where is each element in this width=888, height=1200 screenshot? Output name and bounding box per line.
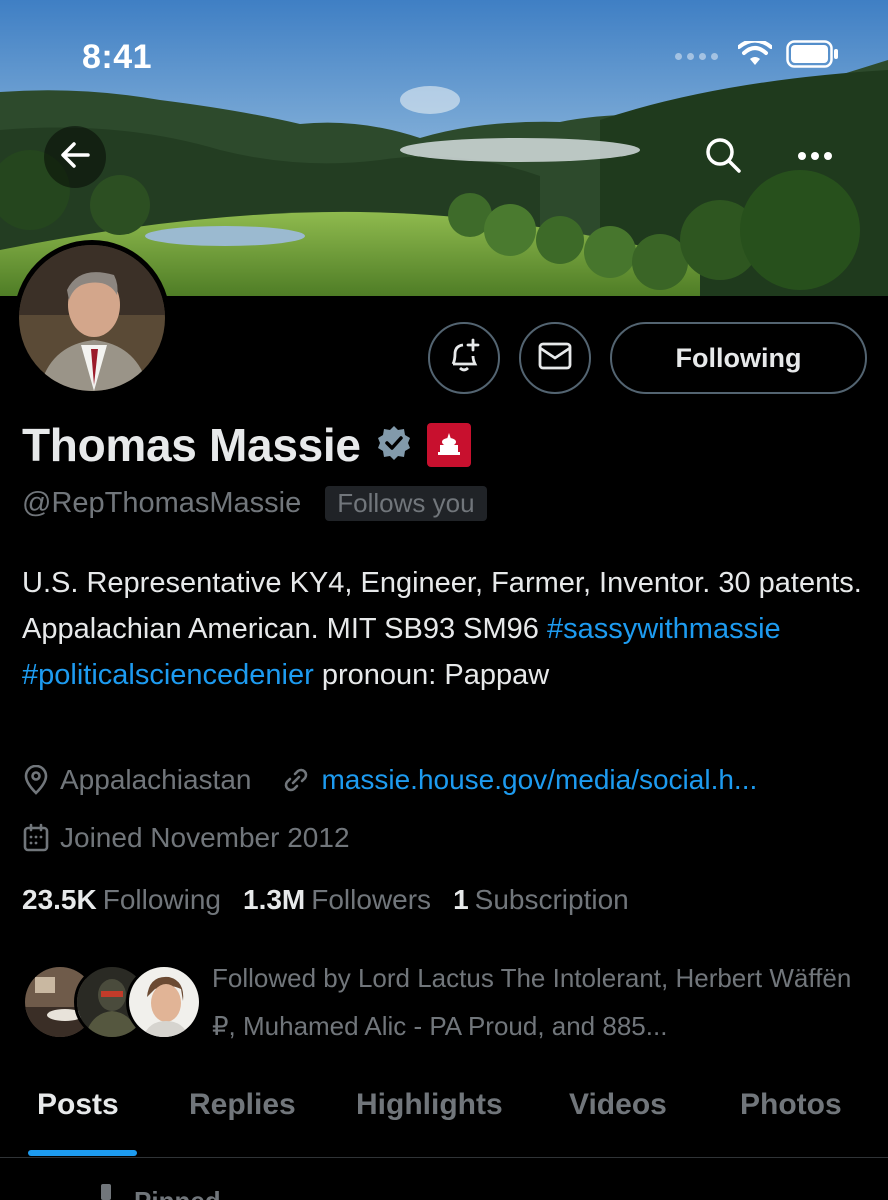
website-link[interactable]: massie.house.gov/media/social.h...: [321, 764, 757, 796]
tab-photos[interactable]: Photos: [740, 1088, 842, 1122]
tab-videos[interactable]: Videos: [569, 1088, 667, 1122]
tab-posts[interactable]: Posts: [37, 1088, 119, 1122]
status-time: 8:41: [82, 38, 153, 76]
pin-icon: [96, 1184, 116, 1200]
follows-you-badge: Follows you: [325, 486, 487, 521]
calendar-icon: [22, 823, 50, 853]
pinned-label: Pinned: [134, 1186, 221, 1200]
search-icon: [704, 136, 742, 179]
location-text: Appalachiastan: [60, 764, 252, 795]
envelope-icon: [538, 342, 572, 375]
followers-count[interactable]: 1.3M Followers: [243, 884, 431, 916]
profile-tabs: Posts Replies Highlights Videos Photos: [0, 1074, 888, 1158]
bio-tail: pronoun: Pappaw: [321, 659, 550, 691]
profile-bio: U.S. Representative KY4, Engineer, Farme…: [22, 560, 868, 698]
name-row: Thomas Massie: [22, 418, 471, 472]
hashtag-link[interactable]: #sassywithmassie: [547, 613, 781, 645]
wifi-icon: [737, 38, 773, 72]
bell-plus-icon: [447, 338, 481, 379]
profile-avatar[interactable]: [14, 240, 170, 396]
location-pin-icon: [22, 765, 50, 795]
tab-replies[interactable]: Replies: [189, 1088, 296, 1122]
battery-icon: [786, 40, 840, 73]
arrow-left-icon: [58, 138, 92, 177]
followed-by-text[interactable]: Followed by Lord Lactus The Intolerant, …: [212, 954, 872, 1050]
search-button[interactable]: [692, 126, 754, 188]
status-bar: 8:41: [0, 0, 888, 110]
house-gop-badge-icon[interactable]: [426, 423, 471, 467]
more-button[interactable]: [784, 126, 846, 188]
verified-badge-icon: [375, 424, 413, 467]
counts-row: 23.5K Following 1.3M Followers 1 Subscripti…: [22, 884, 629, 916]
notify-button[interactable]: [428, 322, 500, 394]
link-icon: [281, 765, 311, 795]
joined-text: Joined November 2012: [60, 822, 350, 853]
tab-highlights[interactable]: Highlights: [356, 1088, 503, 1122]
profile-handle: @RepThomasMassie: [22, 487, 302, 519]
more-horizontal-icon: [797, 148, 833, 166]
following-count[interactable]: 23.5K Following: [22, 884, 221, 916]
pinned-label-row: Pinned: [96, 1184, 221, 1200]
signal-icon: [675, 53, 718, 60]
followed-by-avatars[interactable]: [22, 964, 202, 1040]
subscription-count[interactable]: 1 Subscription: [453, 884, 629, 916]
location-website-row: Appalachiastan massie.house.gov/media/so…: [22, 764, 757, 796]
back-button[interactable]: [44, 126, 106, 188]
joined-row: Joined November 2012: [22, 822, 350, 854]
message-button[interactable]: [519, 322, 591, 394]
avatar: [126, 964, 202, 1040]
following-button[interactable]: Following: [610, 322, 867, 394]
handle-row: @RepThomasMassie Follows you: [22, 486, 487, 521]
active-tab-indicator: [28, 1150, 137, 1156]
hashtag-link[interactable]: #politicalsciencedenier: [22, 659, 314, 691]
display-name: Thomas Massie: [22, 419, 361, 471]
